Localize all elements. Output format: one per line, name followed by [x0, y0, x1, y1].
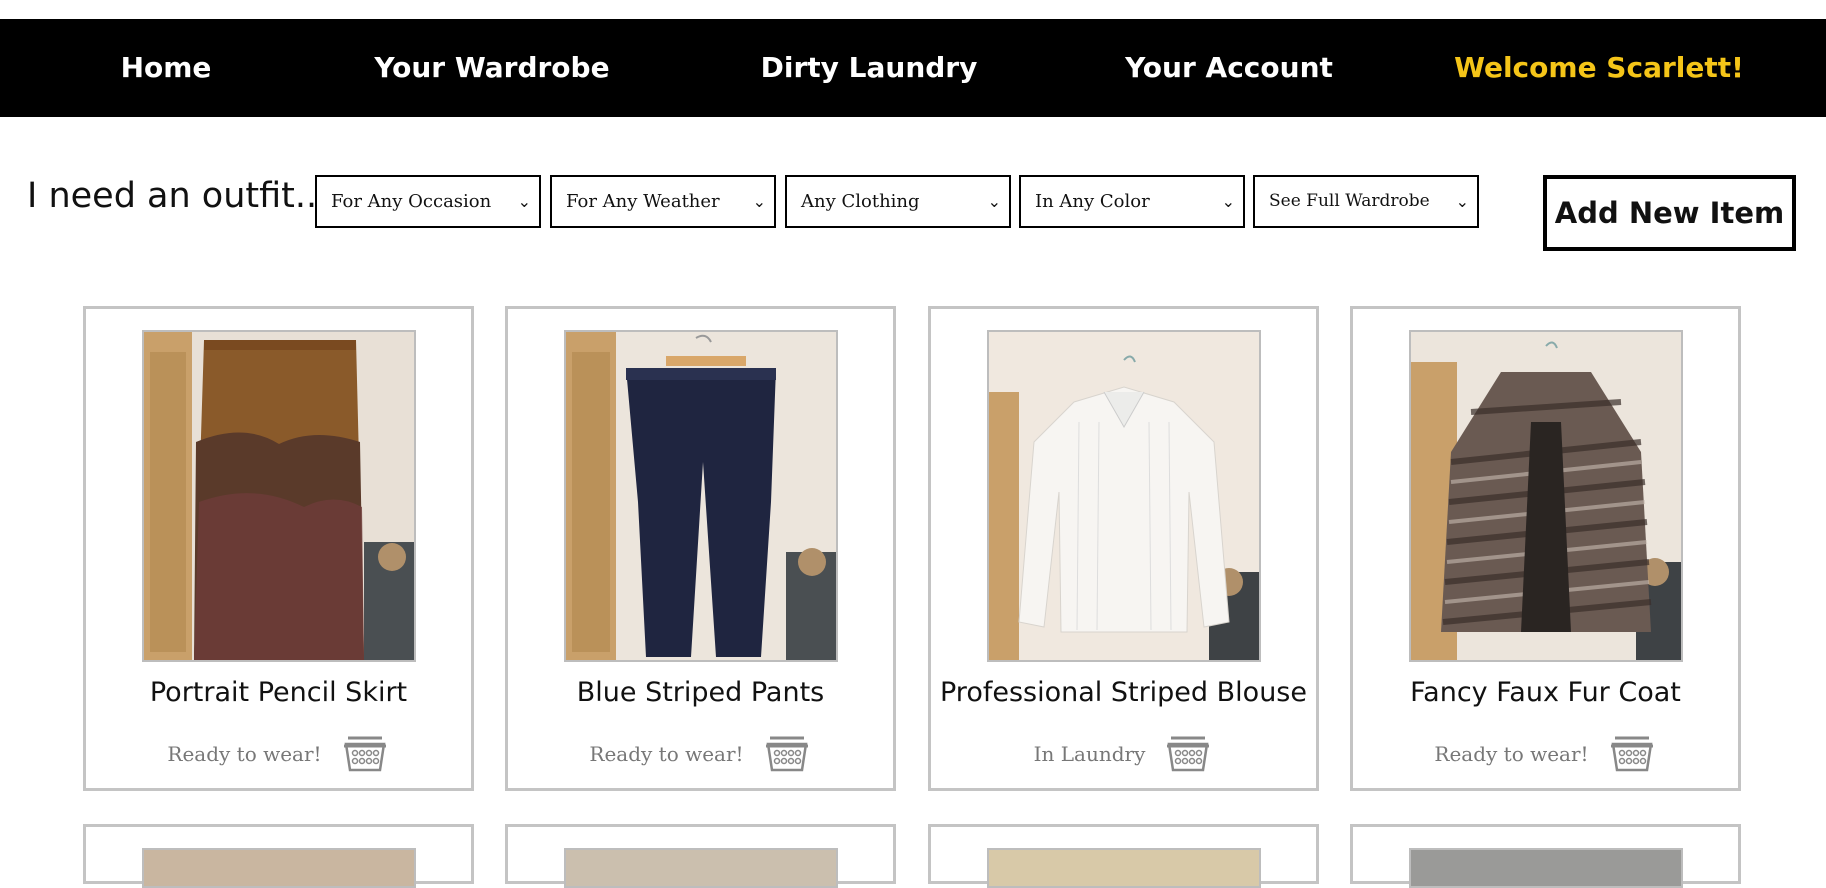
item-status-row: Ready to wear!: [86, 732, 471, 776]
laundry-basket-icon[interactable]: [1163, 734, 1213, 774]
item-photo[interactable]: [1409, 848, 1683, 888]
wardrobe-card[interactable]: [83, 824, 474, 888]
fur-coat-photo-image: [1411, 332, 1681, 660]
item-status-row: Ready to wear!: [1353, 732, 1738, 776]
item-status-row: Ready to wear!: [508, 732, 893, 776]
item-photo[interactable]: [1409, 330, 1683, 662]
item-title: Blue Striped Pants: [576, 677, 825, 708]
wardrobe-view-select[interactable]: See Full Wardrobe ⌄: [1253, 175, 1479, 228]
laundry-basket-icon[interactable]: [340, 734, 390, 774]
clothing-select-value: Any Clothing: [801, 191, 920, 212]
occasion-select-value: For Any Occasion: [331, 191, 492, 212]
top-nav: Home Your Wardrobe Dirty Laundry Your Ac…: [0, 19, 1826, 117]
item-status: Ready to wear!: [167, 742, 322, 766]
clothing-select[interactable]: Any Clothing ⌄: [785, 175, 1011, 228]
item-photo[interactable]: [987, 848, 1261, 888]
chevron-down-icon: ⌄: [752, 192, 766, 211]
color-select[interactable]: In Any Color ⌄: [1019, 175, 1245, 228]
item-status: Ready to wear!: [1434, 742, 1589, 766]
wardrobe-card[interactable]: Portrait Pencil Skirt Ready to wear!: [83, 306, 474, 791]
nav-your-wardrobe[interactable]: Your Wardrobe: [374, 19, 609, 117]
nav-your-account[interactable]: Your Account: [1125, 19, 1333, 117]
item-status: In Laundry: [1033, 742, 1146, 766]
laundry-basket-icon[interactable]: [1607, 734, 1657, 774]
color-select-value: In Any Color: [1035, 191, 1150, 212]
chevron-down-icon: ⌄: [1455, 192, 1469, 211]
weather-select-value: For Any Weather: [566, 191, 720, 212]
weather-select[interactable]: For Any Weather ⌄: [550, 175, 776, 228]
wardrobe-card[interactable]: [1350, 824, 1741, 888]
chevron-down-icon: ⌄: [517, 192, 531, 211]
nav-dirty-laundry[interactable]: Dirty Laundry: [761, 19, 978, 117]
wardrobe-card[interactable]: [505, 824, 896, 888]
wardrobe-card[interactable]: [928, 824, 1319, 888]
item-title: Fancy Faux Fur Coat: [1410, 677, 1681, 708]
item-title: Portrait Pencil Skirt: [149, 677, 408, 708]
outfit-filter-label: I need an outfit...: [27, 176, 329, 216]
blouse-photo-image: [989, 332, 1259, 660]
welcome-user: Welcome Scarlett!: [1454, 51, 1744, 84]
item-status-row: In Laundry: [931, 732, 1316, 776]
chevron-down-icon: ⌄: [987, 192, 1001, 211]
item-photo[interactable]: [987, 330, 1261, 662]
wardrobe-card[interactable]: Blue Striped Pants Ready to wear!: [505, 306, 896, 791]
occasion-select[interactable]: For Any Occasion ⌄: [315, 175, 541, 228]
wardrobe-card[interactable]: Fancy Faux Fur Coat Ready to wear!: [1350, 306, 1741, 791]
laundry-basket-icon[interactable]: [762, 734, 812, 774]
skirt-photo-image: [144, 332, 414, 660]
item-photo[interactable]: [142, 848, 416, 888]
wardrobe-view-select-value: See Full Wardrobe: [1269, 191, 1430, 211]
item-status: Ready to wear!: [589, 742, 744, 766]
add-new-item-button[interactable]: Add New Item: [1543, 175, 1796, 251]
item-photo[interactable]: [564, 848, 838, 888]
wardrobe-card[interactable]: Professional Striped Blouse In Laundry: [928, 306, 1319, 791]
pants-photo-image: [566, 332, 836, 660]
item-title: Professional Striped Blouse: [940, 677, 1307, 708]
chevron-down-icon: ⌄: [1221, 192, 1235, 211]
item-photo[interactable]: [142, 330, 416, 662]
item-photo[interactable]: [564, 330, 838, 662]
nav-home[interactable]: Home: [121, 19, 212, 117]
